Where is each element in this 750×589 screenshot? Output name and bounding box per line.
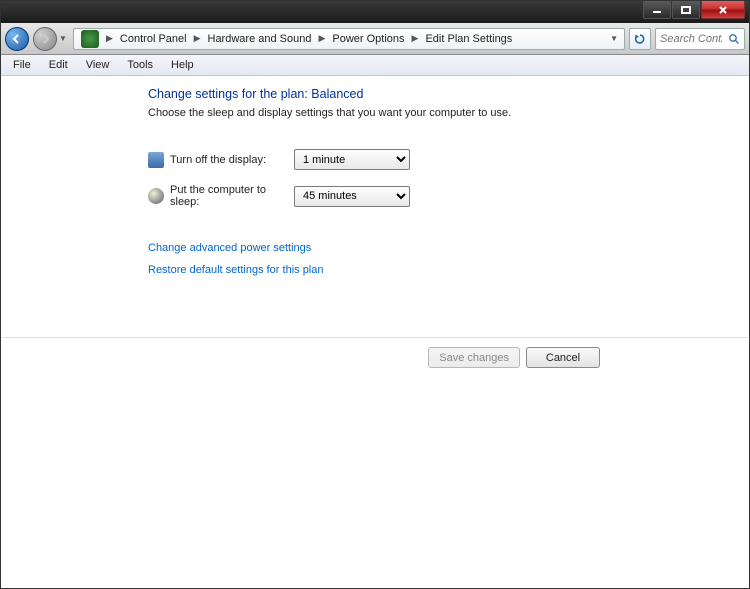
chevron-right-icon: ▶ — [318, 33, 325, 44]
links-block: Change advanced power settings Restore d… — [148, 242, 748, 276]
window-controls — [643, 1, 745, 19]
chevron-right-icon: ▶ — [106, 33, 113, 44]
window: ▼ ▶ Control Panel ▶ Hardware and Sound ▶… — [0, 0, 750, 589]
forward-button — [33, 27, 57, 51]
save-changes-button: Save changes — [428, 347, 520, 368]
maximize-icon — [681, 6, 691, 14]
breadcrumb[interactable]: ▶ Control Panel ▶ Hardware and Sound ▶ P… — [73, 28, 625, 50]
refresh-button[interactable] — [629, 28, 651, 50]
setting-sleep: Put the computer to sleep: 45 minutes — [148, 184, 748, 208]
display-off-label: Turn off the display: — [170, 154, 294, 166]
button-row: Save changes Cancel — [428, 347, 600, 368]
breadcrumb-item-hardware-sound[interactable]: Hardware and Sound — [205, 31, 315, 47]
advanced-settings-link[interactable]: Change advanced power settings — [148, 242, 748, 254]
chevron-right-icon: ▶ — [194, 33, 201, 44]
search-icon — [728, 33, 740, 45]
nav-history-drop[interactable]: ▼ — [59, 34, 69, 43]
menu-edit[interactable]: Edit — [41, 57, 76, 73]
refresh-icon — [634, 33, 646, 45]
maximize-button[interactable] — [672, 1, 700, 19]
setting-display-off: Turn off the display: 1 minute — [148, 149, 748, 170]
monitor-icon — [148, 152, 164, 168]
divider — [2, 337, 748, 338]
close-icon — [718, 6, 728, 14]
control-panel-icon — [81, 30, 99, 48]
content-area: Change settings for the plan: Balanced C… — [2, 77, 748, 587]
titlebar — [1, 1, 749, 23]
close-button[interactable] — [701, 1, 745, 19]
back-arrow-icon — [11, 33, 23, 45]
chevron-right-icon: ▶ — [412, 33, 419, 44]
back-button[interactable] — [5, 27, 29, 51]
page-description: Choose the sleep and display settings th… — [148, 107, 748, 119]
chevron-down-icon[interactable]: ▼ — [610, 34, 618, 43]
menu-file[interactable]: File — [5, 57, 39, 73]
minimize-button[interactable] — [643, 1, 671, 19]
menu-tools[interactable]: Tools — [119, 57, 161, 73]
content: Change settings for the plan: Balanced C… — [2, 77, 748, 276]
breadcrumb-item-power-options[interactable]: Power Options — [329, 31, 407, 47]
breadcrumb-item-control-panel[interactable]: Control Panel — [117, 31, 190, 47]
moon-icon — [148, 188, 164, 204]
minimize-icon — [652, 6, 662, 14]
menu-help[interactable]: Help — [163, 57, 202, 73]
search-box[interactable] — [655, 28, 745, 50]
sleep-select[interactable]: 45 minutes — [294, 186, 410, 207]
display-off-select[interactable]: 1 minute — [294, 149, 410, 170]
search-input[interactable] — [660, 33, 722, 45]
restore-defaults-link[interactable]: Restore default settings for this plan — [148, 264, 748, 276]
navbar: ▼ ▶ Control Panel ▶ Hardware and Sound ▶… — [1, 23, 749, 55]
sleep-label: Put the computer to sleep: — [170, 184, 294, 208]
menu-view[interactable]: View — [78, 57, 118, 73]
page-title: Change settings for the plan: Balanced — [148, 87, 748, 101]
menubar: File Edit View Tools Help — [1, 55, 749, 76]
cancel-button[interactable]: Cancel — [526, 347, 600, 368]
breadcrumb-item-edit-plan[interactable]: Edit Plan Settings — [422, 31, 515, 47]
forward-arrow-icon — [39, 33, 51, 45]
